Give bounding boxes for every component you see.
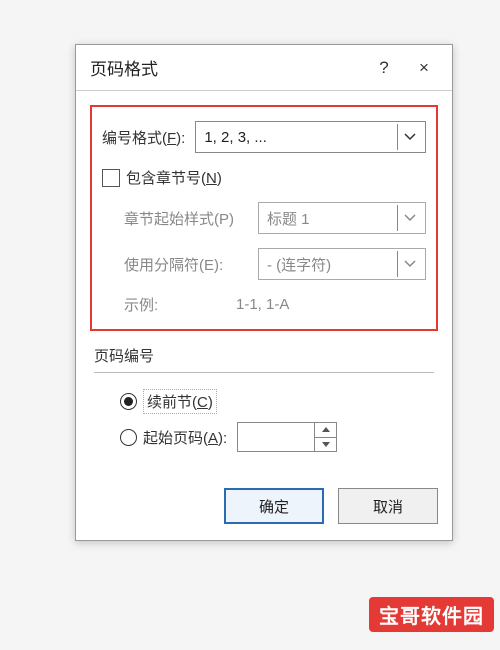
include-chapter-checkbox[interactable] xyxy=(102,169,120,187)
example-label: 示例: xyxy=(124,294,214,315)
start-at-label: 起始页码(A): xyxy=(143,427,227,448)
highlight-box: 编号格式(F): 1, 2, 3, ... 包含章节号(N) 章节起始样式(P) xyxy=(90,105,438,331)
page-number-format-dialog: 页码格式 ? × 编号格式(F): 1, 2, 3, ... 包含章节号( xyxy=(75,44,453,541)
start-at-row[interactable]: 起始页码(A): xyxy=(90,418,438,456)
chevron-down-icon xyxy=(397,205,421,231)
dialog-body: 编号格式(F): 1, 2, 3, ... 包含章节号(N) 章节起始样式(P) xyxy=(76,91,452,470)
continue-radio[interactable] xyxy=(120,393,137,410)
start-at-value[interactable] xyxy=(238,423,314,451)
dialog-buttons: 确定 取消 xyxy=(76,470,452,540)
separator-label: 使用分隔符(E): xyxy=(124,254,254,275)
close-button[interactable]: × xyxy=(404,58,444,78)
chapter-style-label: 章节起始样式(P) xyxy=(124,208,254,229)
dialog-title: 页码格式 xyxy=(90,55,364,80)
group-divider xyxy=(94,372,434,373)
chapter-style-value: 标题 1 xyxy=(267,208,310,229)
chapter-style-combo[interactable]: 标题 1 xyxy=(258,202,426,234)
continue-label: 续前节(C) xyxy=(143,389,217,414)
number-format-label: 编号格式(F): xyxy=(102,127,185,148)
spinner-down-button[interactable] xyxy=(315,438,336,452)
chapter-style-row: 章节起始样式(P) 标题 1 xyxy=(102,202,426,234)
chevron-down-icon xyxy=(397,124,421,150)
separator-row: 使用分隔符(E): - (连字符) xyxy=(102,248,426,280)
spinner-buttons xyxy=(314,423,336,451)
page-numbering-group-label: 页码编号 xyxy=(90,331,438,372)
start-at-spinner[interactable] xyxy=(237,422,337,452)
include-chapter-label: 包含章节号(N) xyxy=(126,167,222,188)
chevron-down-icon xyxy=(397,251,421,277)
include-chapter-row: 包含章节号(N) xyxy=(102,167,426,188)
separator-combo[interactable]: - (连字符) xyxy=(258,248,426,280)
start-at-radio[interactable] xyxy=(120,429,137,446)
spinner-up-button[interactable] xyxy=(315,423,336,438)
number-format-row: 编号格式(F): 1, 2, 3, ... xyxy=(102,121,426,153)
ok-button[interactable]: 确定 xyxy=(224,488,324,524)
example-value: 1-1, 1-A xyxy=(236,296,289,313)
cancel-button[interactable]: 取消 xyxy=(338,488,438,524)
titlebar: 页码格式 ? × xyxy=(76,45,452,91)
number-format-value: 1, 2, 3, ... xyxy=(204,129,267,146)
separator-value: - (连字符) xyxy=(267,254,331,275)
radio-dot-icon xyxy=(124,397,133,406)
watermark-badge: 宝哥软件园 xyxy=(369,597,494,632)
continue-previous-row[interactable]: 续前节(C) xyxy=(90,385,438,418)
number-format-combo[interactable]: 1, 2, 3, ... xyxy=(195,121,426,153)
example-row: 示例: 1-1, 1-A xyxy=(102,294,426,315)
help-button[interactable]: ? xyxy=(364,58,404,78)
